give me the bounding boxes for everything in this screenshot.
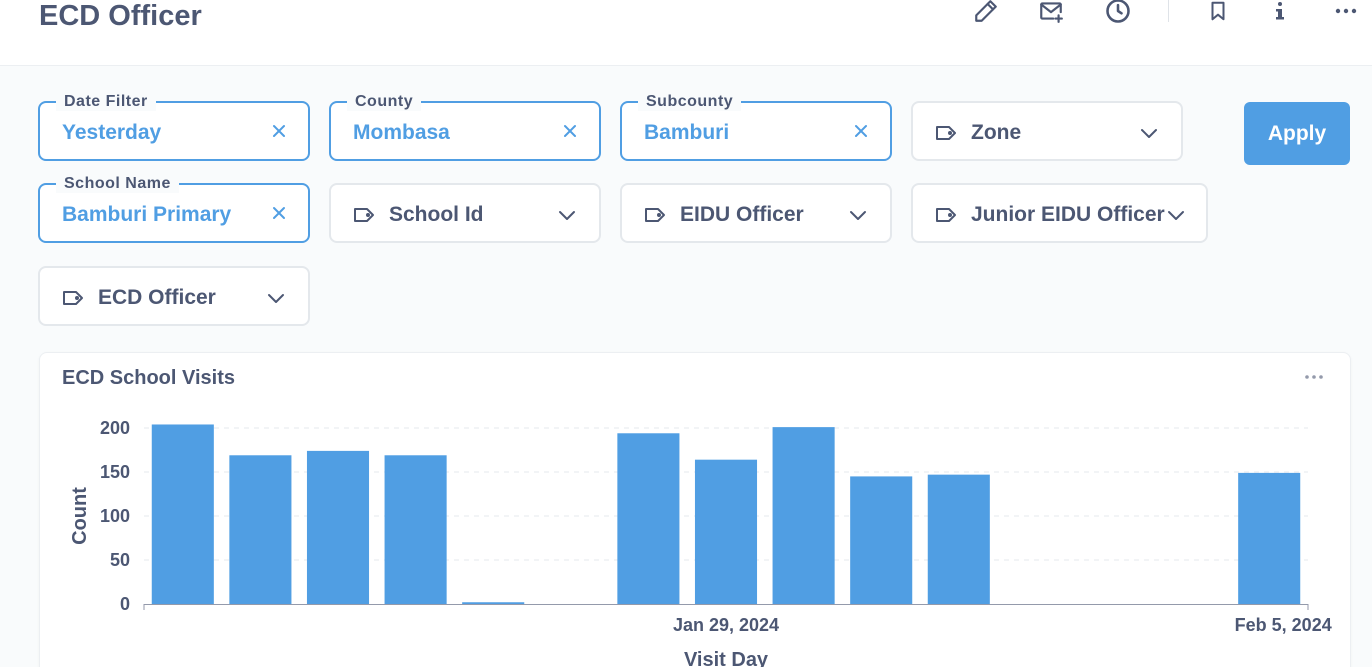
tag-icon bbox=[935, 123, 957, 143]
bar bbox=[151, 424, 214, 604]
bar-chart: 0 50 100 150 200 Jan 29, 2024 Feb 5, 2024 Visit… bbox=[69, 418, 1332, 667]
x-axis-title: Visit Day bbox=[684, 649, 769, 667]
filter-value: Bamburi bbox=[644, 121, 730, 144]
bar bbox=[306, 450, 370, 604]
chevron-down-icon bbox=[848, 205, 868, 225]
filter-label: Date Filter bbox=[56, 93, 156, 111]
filter-placeholder: Zone bbox=[971, 121, 1022, 144]
tag-icon bbox=[935, 205, 957, 225]
edit-icon[interactable] bbox=[971, 0, 1001, 26]
filter-placeholder: ECD Officer bbox=[98, 286, 216, 309]
y-tick-label: 50 bbox=[110, 550, 130, 570]
x-tick-label: Feb 5, 2024 bbox=[1235, 615, 1332, 635]
filter-school-name[interactable]: School Name Bamburi Primary bbox=[38, 175, 310, 243]
y-tick-label: 150 bbox=[100, 462, 130, 482]
filter-eidu-officer[interactable]: EIDU Officer bbox=[620, 183, 892, 243]
bar bbox=[850, 476, 913, 604]
clear-icon[interactable] bbox=[850, 117, 872, 145]
bar bbox=[617, 433, 680, 604]
filter-label: County bbox=[347, 93, 422, 111]
history-clock-icon[interactable] bbox=[1103, 0, 1133, 26]
apply-button[interactable]: Apply bbox=[1244, 102, 1350, 165]
chart-card: ECD School Visits 0 50 100 150 200 Jan 29, 20… bbox=[39, 352, 1351, 667]
bar bbox=[229, 455, 292, 604]
subscribe-mail-icon[interactable] bbox=[1036, 0, 1066, 26]
chevron-down-icon bbox=[557, 205, 577, 225]
filter-placeholder: Junior EIDU Officer bbox=[971, 203, 1165, 226]
bookmark-icon[interactable] bbox=[1203, 0, 1233, 26]
dashboard-header: ECD Officer bbox=[0, 0, 1372, 66]
clear-icon[interactable] bbox=[268, 199, 290, 227]
filter-junior-eidu-officer[interactable]: Junior EIDU Officer bbox=[911, 183, 1208, 243]
y-axis-title: Count bbox=[69, 487, 91, 545]
filter-subcounty[interactable]: Subcounty Bamburi bbox=[620, 93, 892, 161]
filter-value: Bamburi Primary bbox=[62, 203, 232, 226]
filter-county[interactable]: County Mombasa bbox=[329, 93, 601, 161]
filter-value: Yesterday bbox=[62, 121, 162, 144]
y-tick-label: 100 bbox=[100, 506, 130, 526]
filter-placeholder: EIDU Officer bbox=[680, 203, 804, 226]
bar bbox=[1238, 472, 1301, 604]
filter-value: Mombasa bbox=[353, 121, 450, 144]
more-icon[interactable] bbox=[1331, 0, 1361, 26]
page-title: ECD Officer bbox=[39, 0, 202, 32]
filter-label: Subcounty bbox=[638, 93, 742, 111]
header-divider bbox=[1168, 0, 1169, 22]
bar bbox=[772, 427, 835, 604]
bar bbox=[927, 474, 990, 604]
filter-placeholder: School Id bbox=[389, 203, 484, 226]
filter-school-id[interactable]: School Id bbox=[329, 183, 601, 243]
filter-date[interactable]: Date Filter Yesterday bbox=[38, 93, 310, 161]
clear-icon[interactable] bbox=[268, 117, 290, 145]
info-icon[interactable] bbox=[1265, 0, 1295, 26]
filter-ecd-officer[interactable]: ECD Officer bbox=[38, 266, 310, 326]
y-tick-label: 0 bbox=[120, 594, 130, 614]
tag-icon bbox=[353, 205, 375, 225]
chevron-down-icon bbox=[1166, 205, 1186, 225]
clear-icon[interactable] bbox=[559, 117, 581, 145]
chevron-down-icon bbox=[1139, 123, 1159, 143]
tag-icon bbox=[62, 288, 84, 308]
y-tick-label: 200 bbox=[100, 418, 130, 438]
bar bbox=[462, 602, 525, 604]
bar bbox=[384, 455, 447, 604]
bar bbox=[694, 459, 758, 604]
filter-label: School Name bbox=[56, 175, 179, 193]
chevron-down-icon bbox=[266, 288, 286, 308]
filter-zone[interactable]: Zone bbox=[911, 101, 1183, 161]
tag-icon bbox=[644, 205, 666, 225]
x-tick-label: Jan 29, 2024 bbox=[673, 615, 779, 635]
